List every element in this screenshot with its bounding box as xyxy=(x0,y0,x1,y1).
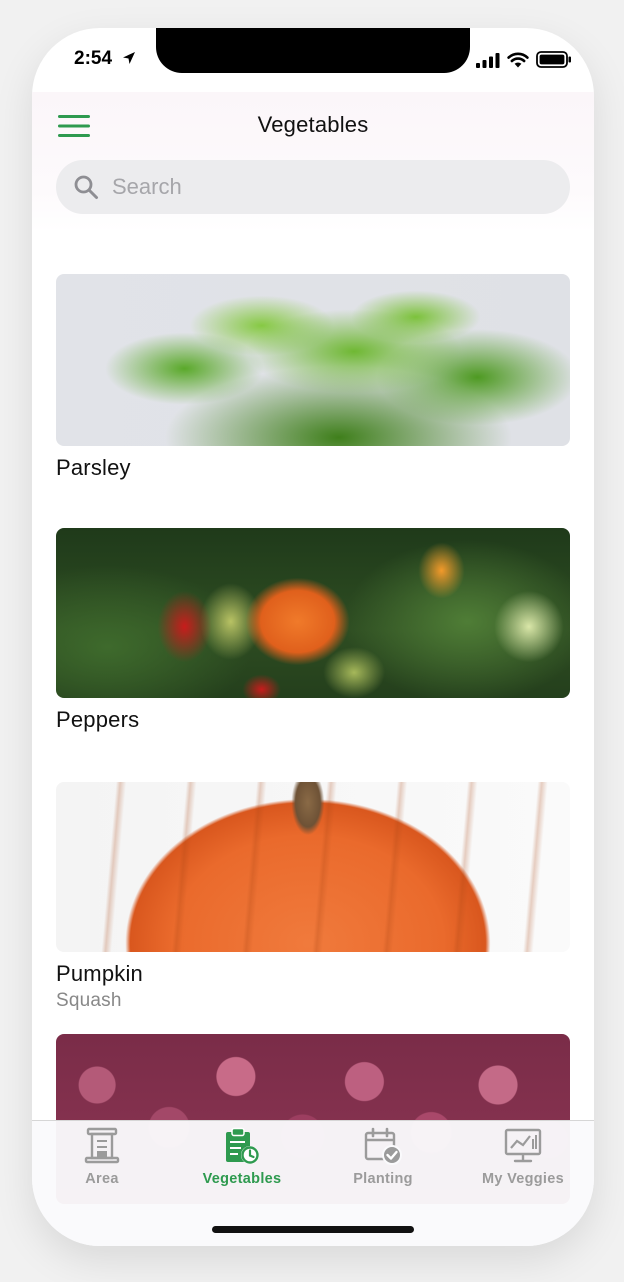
tab-my-veggies[interactable]: My Veggies xyxy=(453,1127,593,1197)
vegetable-name: Pumpkin xyxy=(56,961,143,986)
tab-planting[interactable]: Planting xyxy=(313,1127,453,1197)
vegetable-card-pumpkin[interactable]: Pumpkin Squash xyxy=(56,782,570,1012)
pumpkin-image xyxy=(56,782,570,952)
search-input[interactable] xyxy=(110,173,534,201)
peppers-image xyxy=(56,528,570,698)
my-veggies-chart-icon xyxy=(504,1128,542,1163)
tab-vegetables[interactable]: Vegetables xyxy=(172,1127,312,1197)
vegetable-name: Peppers xyxy=(56,707,140,732)
parsley-image xyxy=(56,274,570,446)
page-title: Vegetables xyxy=(257,112,369,137)
tab-label: Planting xyxy=(353,1171,413,1187)
vegetable-subtitle: Squash xyxy=(56,990,122,1011)
status-indicators xyxy=(476,51,572,68)
tab-label: Area xyxy=(85,1171,119,1187)
search-bar[interactable] xyxy=(56,160,570,214)
home-indicator[interactable] xyxy=(212,1226,414,1233)
phone-screen: 2:54 Vegetables Search Parsley Peppers P… xyxy=(32,28,594,1246)
planting-calendar-icon xyxy=(364,1127,402,1165)
vegetable-card-peppers[interactable]: Peppers xyxy=(56,528,570,733)
battery-icon xyxy=(536,51,571,68)
wifi-icon xyxy=(507,52,529,67)
location-arrow-icon xyxy=(123,52,135,64)
status-time: 2:54 xyxy=(74,48,113,69)
vegetables-clipboard-icon xyxy=(226,1127,259,1164)
area-icon xyxy=(84,1127,120,1164)
tab-area[interactable]: Area xyxy=(32,1127,172,1197)
tab-label: My Veggies xyxy=(482,1171,564,1187)
search-icon xyxy=(74,175,98,199)
vegetable-card-parsley[interactable]: Parsley xyxy=(56,274,570,481)
vegetable-name: Parsley xyxy=(56,455,131,480)
device-notch xyxy=(156,28,470,73)
tab-label: Vegetables xyxy=(202,1171,282,1187)
cellular-signal-icon xyxy=(476,52,500,68)
